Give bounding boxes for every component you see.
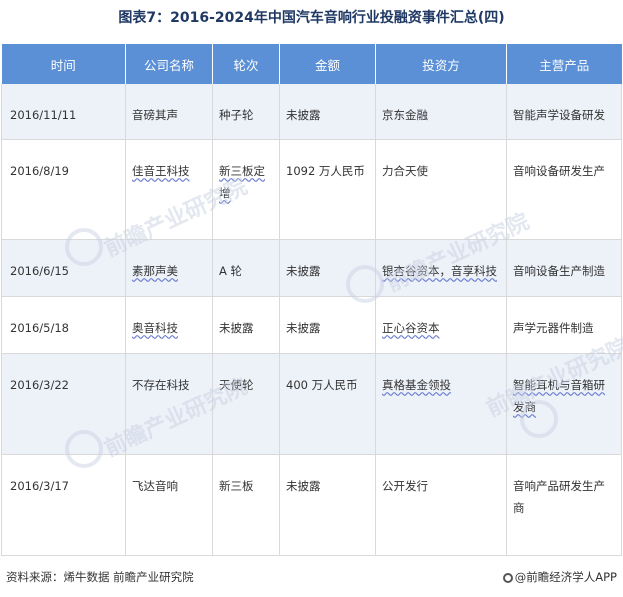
footer: 资料来源：烯牛数据 前瞻产业研究院 @前瞻经济学人APP [6,568,617,586]
cell-investor: 力合天使 [375,139,507,240]
brand-label: @前瞻经济学人APP [514,570,617,584]
header-round: 轮次 [212,44,280,84]
table-row: 2016/3/22 不存在科技 天使轮 400 万人民币 真格基金领投 智能耳机… [1,353,622,455]
cell-amount: 未披露 [279,84,376,140]
cell-company: 奥音科技 [125,296,213,354]
header-amount: 金额 [279,44,376,84]
table-row: 2016/8/19 佳音王科技 新三板定增 1092 万人民币 力合天使 音响设… [1,139,622,240]
cell-product: 智能耳机与音箱研发商 [506,353,622,455]
cell-product: 音响设备生产制造 [506,239,622,297]
cell-investor: 正心谷资本 [375,296,507,354]
table-header-row: 时间 公司名称 轮次 金额 投资方 主营产品 [1,44,622,84]
cell-investor: 真格基金领投 [375,353,507,455]
cell-investor: 银杏谷资本，音享科技 [375,239,507,297]
cell-round: 新三板定增 [212,139,280,240]
cell-time: 2016/3/17 [1,454,126,556]
cell-company: 不存在科技 [125,353,213,455]
cell-product: 音响设备研发生产 [506,139,622,240]
header-company: 公司名称 [125,44,213,84]
cell-amount: 未披露 [279,454,376,556]
brand-credit: @前瞻经济学人APP [502,568,617,586]
cell-time: 2016/3/22 [1,353,126,455]
cell-company: 素那声美 [125,239,213,297]
table-row: 2016/3/17 飞达音响 新三板 未披露 公开发行 音响产品研发生产商 [1,454,622,556]
cell-company: 飞达音响 [125,454,213,556]
cell-amount: 400 万人民币 [279,353,376,455]
cell-product: 声学元器件制造 [506,296,622,354]
header-investor: 投资方 [375,44,507,84]
cell-time: 2016/5/18 [1,296,126,354]
cell-round: 新三板 [212,454,280,556]
cell-investor: 公开发行 [375,454,507,556]
cell-round: A 轮 [212,239,280,297]
cell-product: 智能声学设备研发 [506,84,622,140]
cell-amount: 未披露 [279,296,376,354]
cell-time: 2016/11/11 [1,84,126,140]
cell-investor: 京东金融 [375,84,507,140]
cell-time: 2016/6/15 [1,239,126,297]
cell-amount: 1092 万人民币 [279,139,376,240]
header-product: 主营产品 [506,44,622,84]
table-row: 2016/6/15 素那声美 A 轮 未披露 银杏谷资本，音享科技 音响设备生产… [1,239,622,297]
table-row: 2016/11/11 音磅其声 种子轮 未披露 京东金融 智能声学设备研发 [1,84,622,140]
cell-company: 佳音王科技 [125,139,213,240]
cell-round: 未披露 [212,296,280,354]
header-time: 时间 [1,44,126,84]
source-note: 资料来源：烯牛数据 前瞻产业研究院 [6,570,194,584]
cell-time: 2016/8/19 [1,139,126,240]
cell-round: 种子轮 [212,84,280,140]
financing-events-table: 时间 公司名称 轮次 金额 投资方 主营产品 2016/11/11 音磅其声 种… [1,44,622,556]
cell-company: 音磅其声 [125,84,213,140]
chart-title: 图表7：2016-2024年中国汽车音响行业投融资事件汇总(四) [118,10,505,26]
table-row: 2016/5/18 奥音科技 未披露 未披露 正心谷资本 声学元器件制造 [1,296,622,354]
brand-logo-icon [502,573,513,583]
cell-product: 音响产品研发生产商 [506,454,622,556]
cell-amount: 未披露 [279,239,376,297]
cell-round: 天使轮 [212,353,280,455]
